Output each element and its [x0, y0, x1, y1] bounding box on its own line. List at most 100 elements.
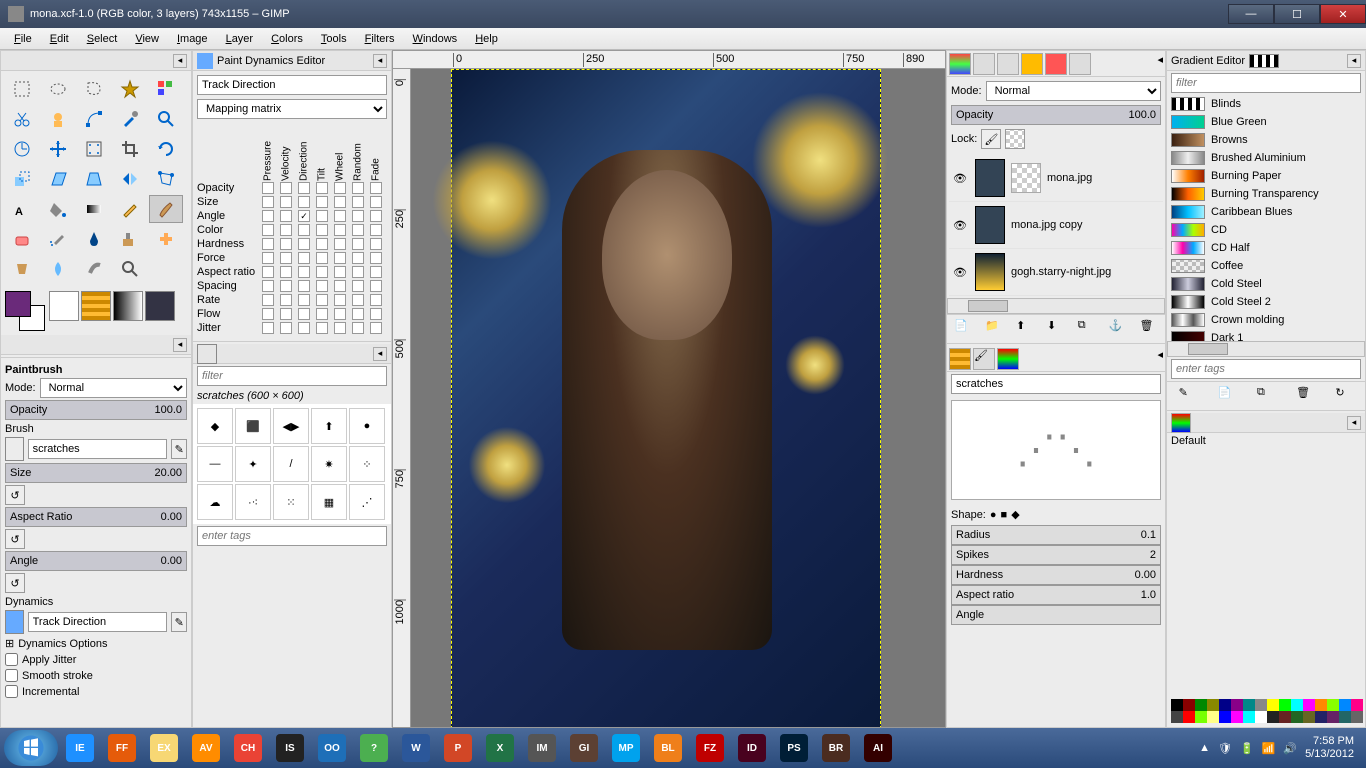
- lock-pixels-icon[interactable]: 🖌: [981, 129, 1001, 149]
- matrix-cell[interactable]: [370, 294, 382, 306]
- palette-color[interactable]: [1255, 711, 1267, 723]
- hardness-slider[interactable]: Hardness0.00: [951, 565, 1161, 585]
- tool-pencil[interactable]: [113, 195, 147, 223]
- tray-up-icon[interactable]: ▲: [1199, 742, 1210, 754]
- matrix-cell[interactable]: [316, 294, 328, 306]
- tool-airbrush[interactable]: [41, 225, 75, 253]
- active-gradient-swatch[interactable]: [113, 291, 143, 321]
- matrix-cell[interactable]: [280, 182, 292, 194]
- matrix-cell[interactable]: [352, 280, 364, 292]
- new-gradient-icon[interactable]: 📄: [1218, 386, 1236, 404]
- palette-color[interactable]: [1339, 699, 1351, 711]
- matrix-cell[interactable]: [370, 182, 382, 194]
- matrix-cell[interactable]: [334, 294, 346, 306]
- size-slider[interactable]: Size20.00: [5, 463, 187, 483]
- mapping-select[interactable]: Mapping matrix: [197, 99, 387, 119]
- active-image-swatch[interactable]: [145, 291, 175, 321]
- lock-alpha-icon[interactable]: [1005, 129, 1025, 149]
- palette-color[interactable]: [1219, 699, 1231, 711]
- palette-color[interactable]: [1255, 699, 1267, 711]
- palette-color[interactable]: [1207, 699, 1219, 711]
- palette-color[interactable]: [1315, 711, 1327, 723]
- matrix-cell[interactable]: [370, 308, 382, 320]
- palette-color[interactable]: [1195, 711, 1207, 723]
- gradient-item[interactable]: Brushed Aluminium: [1167, 149, 1365, 167]
- tool-shear[interactable]: [41, 165, 75, 193]
- tool-foreground-select[interactable]: [41, 105, 75, 133]
- taskbar-app[interactable]: MP: [606, 732, 646, 764]
- brush-item[interactable]: ⋰: [349, 484, 385, 520]
- palette-color[interactable]: [1279, 699, 1291, 711]
- matrix-cell[interactable]: [262, 182, 274, 194]
- spikes-slider[interactable]: Spikes2: [951, 545, 1161, 565]
- tool-heal[interactable]: [149, 225, 183, 253]
- matrix-cell[interactable]: [370, 238, 382, 250]
- palette-color[interactable]: [1315, 699, 1327, 711]
- gradient-item[interactable]: CD Half: [1167, 239, 1365, 257]
- matrix-cell[interactable]: [334, 196, 346, 208]
- brush-item[interactable]: ●: [349, 408, 385, 444]
- active-brush-swatch[interactable]: [49, 291, 79, 321]
- matrix-cell[interactable]: [352, 224, 364, 236]
- tool-crop[interactable]: [113, 135, 147, 163]
- matrix-cell[interactable]: [334, 238, 346, 250]
- brush-item[interactable]: ✦: [235, 446, 271, 482]
- tool-blur[interactable]: [41, 255, 75, 283]
- taskbar-app[interactable]: ?: [354, 732, 394, 764]
- matrix-cell[interactable]: [316, 182, 328, 194]
- matrix-cell[interactable]: [316, 322, 328, 334]
- matrix-cell[interactable]: [280, 322, 292, 334]
- palette-color[interactable]: [1339, 711, 1351, 723]
- tool-fuzzy-select[interactable]: [113, 75, 147, 103]
- menu-colors[interactable]: Colors: [263, 31, 311, 47]
- taskbar-app[interactable]: OO: [312, 732, 352, 764]
- matrix-cell[interactable]: [262, 238, 274, 250]
- taskbar-app[interactable]: CH: [228, 732, 268, 764]
- shape-circle-icon[interactable]: ●: [990, 509, 997, 521]
- edit-gradient-icon[interactable]: ✎: [1179, 386, 1197, 404]
- tool-bucket-fill[interactable]: [41, 195, 75, 223]
- menu-windows[interactable]: Windows: [405, 31, 466, 47]
- matrix-cell[interactable]: [262, 294, 274, 306]
- matrix-cell[interactable]: [370, 280, 382, 292]
- matrix-cell[interactable]: [316, 196, 328, 208]
- palette-color[interactable]: [1183, 711, 1195, 723]
- matrix-cell[interactable]: [298, 224, 310, 236]
- brush-item[interactable]: —: [197, 446, 233, 482]
- tool-clone[interactable]: [113, 225, 147, 253]
- gradient-tags-input[interactable]: [1171, 359, 1361, 379]
- layers-scrollbar[interactable]: [947, 298, 1165, 314]
- visibility-icon[interactable]: 👁: [953, 219, 969, 232]
- tool-select-by-color[interactable]: [149, 75, 183, 103]
- tab-channels-icon[interactable]: [973, 53, 995, 75]
- matrix-cell[interactable]: [280, 266, 292, 278]
- matrix-cell[interactable]: [334, 252, 346, 264]
- matrix-cell[interactable]: [352, 252, 364, 264]
- taskbar-app[interactable]: FF: [102, 732, 142, 764]
- gradient-filter-input[interactable]: [1171, 73, 1361, 93]
- matrix-cell[interactable]: [316, 280, 328, 292]
- brush-filter-input[interactable]: [197, 366, 387, 386]
- matrix-cell[interactable]: [262, 210, 274, 222]
- tray-battery-icon[interactable]: 🔋: [1240, 742, 1254, 755]
- palette-color[interactable]: [1351, 699, 1363, 711]
- dynamics-options-label[interactable]: Dynamics Options: [18, 638, 107, 650]
- gradient-item[interactable]: Burning Paper: [1167, 167, 1365, 185]
- brush-item[interactable]: ◆: [197, 408, 233, 444]
- aspect-reset-icon[interactable]: ↺: [5, 529, 25, 549]
- duplicate-gradient-icon[interactable]: ⧉: [1257, 386, 1275, 404]
- palette-color[interactable]: [1195, 699, 1207, 711]
- matrix-cell[interactable]: [316, 266, 328, 278]
- tool-align[interactable]: [77, 135, 111, 163]
- matrix-cell[interactable]: [370, 266, 382, 278]
- tray-network-icon[interactable]: 📶: [1262, 742, 1276, 755]
- matrix-cell[interactable]: [298, 266, 310, 278]
- matrix-cell[interactable]: [352, 210, 364, 222]
- palette-tab-icon[interactable]: [1171, 413, 1191, 433]
- matrix-cell[interactable]: [262, 266, 274, 278]
- matrix-cell[interactable]: [262, 224, 274, 236]
- taskbar-app[interactable]: BL: [648, 732, 688, 764]
- taskbar-app[interactable]: FZ: [690, 732, 730, 764]
- minimize-button[interactable]: —: [1228, 4, 1274, 24]
- brush-item[interactable]: ⬛: [235, 408, 271, 444]
